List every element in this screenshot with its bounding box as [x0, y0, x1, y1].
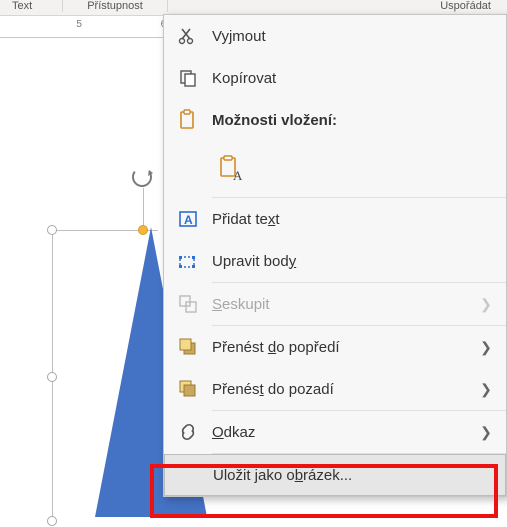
link-icon [164, 422, 212, 442]
send-back-icon [164, 379, 212, 399]
menu-label: Odkaz [212, 424, 476, 441]
ribbon-group-text: Text [0, 0, 63, 12]
menu-label: Přenést do popředí [212, 339, 476, 356]
rotate-handle-icon[interactable] [131, 166, 153, 188]
menu-label: Upravit body [212, 253, 496, 270]
chevron-right-icon: ❯ [476, 381, 496, 398]
menu-item-edit-points[interactable]: Upravit body [164, 240, 506, 282]
bring-front-icon [164, 337, 212, 357]
textbox-icon: A [164, 209, 212, 229]
menu-label: Vyjmout [212, 28, 496, 45]
paste-option-keep-text[interactable]: A [212, 150, 250, 188]
menu-item-add-text[interactable]: A Přidat text [164, 198, 506, 240]
menu-item-link[interactable]: Odkaz ❯ [164, 411, 506, 453]
paste-options-row: A [164, 141, 506, 197]
selection-handle[interactable] [47, 372, 57, 382]
ribbon-group-accessibility: Přístupnost [63, 0, 168, 12]
context-menu: Vyjmout Kopírovat Možnosti vložení: A A … [163, 14, 507, 497]
menu-item-save-as-picture[interactable]: Uložit jako obrázek... [164, 454, 506, 496]
svg-text:A: A [184, 213, 193, 227]
group-shapes-icon [164, 294, 212, 314]
menu-label: Přenést do pozadí [212, 381, 476, 398]
cut-icon [164, 26, 212, 46]
selection-handle-top-mid[interactable] [138, 225, 148, 235]
selection-handle[interactable] [47, 516, 57, 526]
selection-handle[interactable] [47, 225, 57, 235]
menu-label: Seskupit [212, 296, 476, 313]
menu-item-bring-to-front[interactable]: Přenést do popředí ❯ [164, 326, 506, 368]
chevron-right-icon: ❯ [476, 424, 496, 441]
svg-text:A: A [233, 168, 243, 183]
menu-label: Možnosti vložení: [212, 112, 496, 129]
ribbon-group-arrange: Uspořádat [424, 0, 507, 12]
menu-item-cut[interactable]: Vyjmout [164, 15, 506, 57]
menu-header-paste-options: Možnosti vložení: [164, 99, 506, 141]
clipboard-icon [164, 109, 212, 131]
menu-item-send-to-back[interactable]: Přenést do pozadí ❯ [164, 368, 506, 410]
edit-points-icon [164, 251, 212, 271]
menu-label: Přidat text [212, 211, 496, 228]
menu-label: Uložit jako obrázek... [213, 467, 495, 484]
chevron-right-icon: ❯ [476, 339, 496, 356]
chevron-right-icon: ❯ [476, 296, 496, 313]
menu-label: Kopírovat [212, 70, 496, 87]
menu-item-copy[interactable]: Kopírovat [164, 57, 506, 99]
copy-icon [164, 68, 212, 88]
menu-item-group: Seskupit ❯ [164, 283, 506, 325]
